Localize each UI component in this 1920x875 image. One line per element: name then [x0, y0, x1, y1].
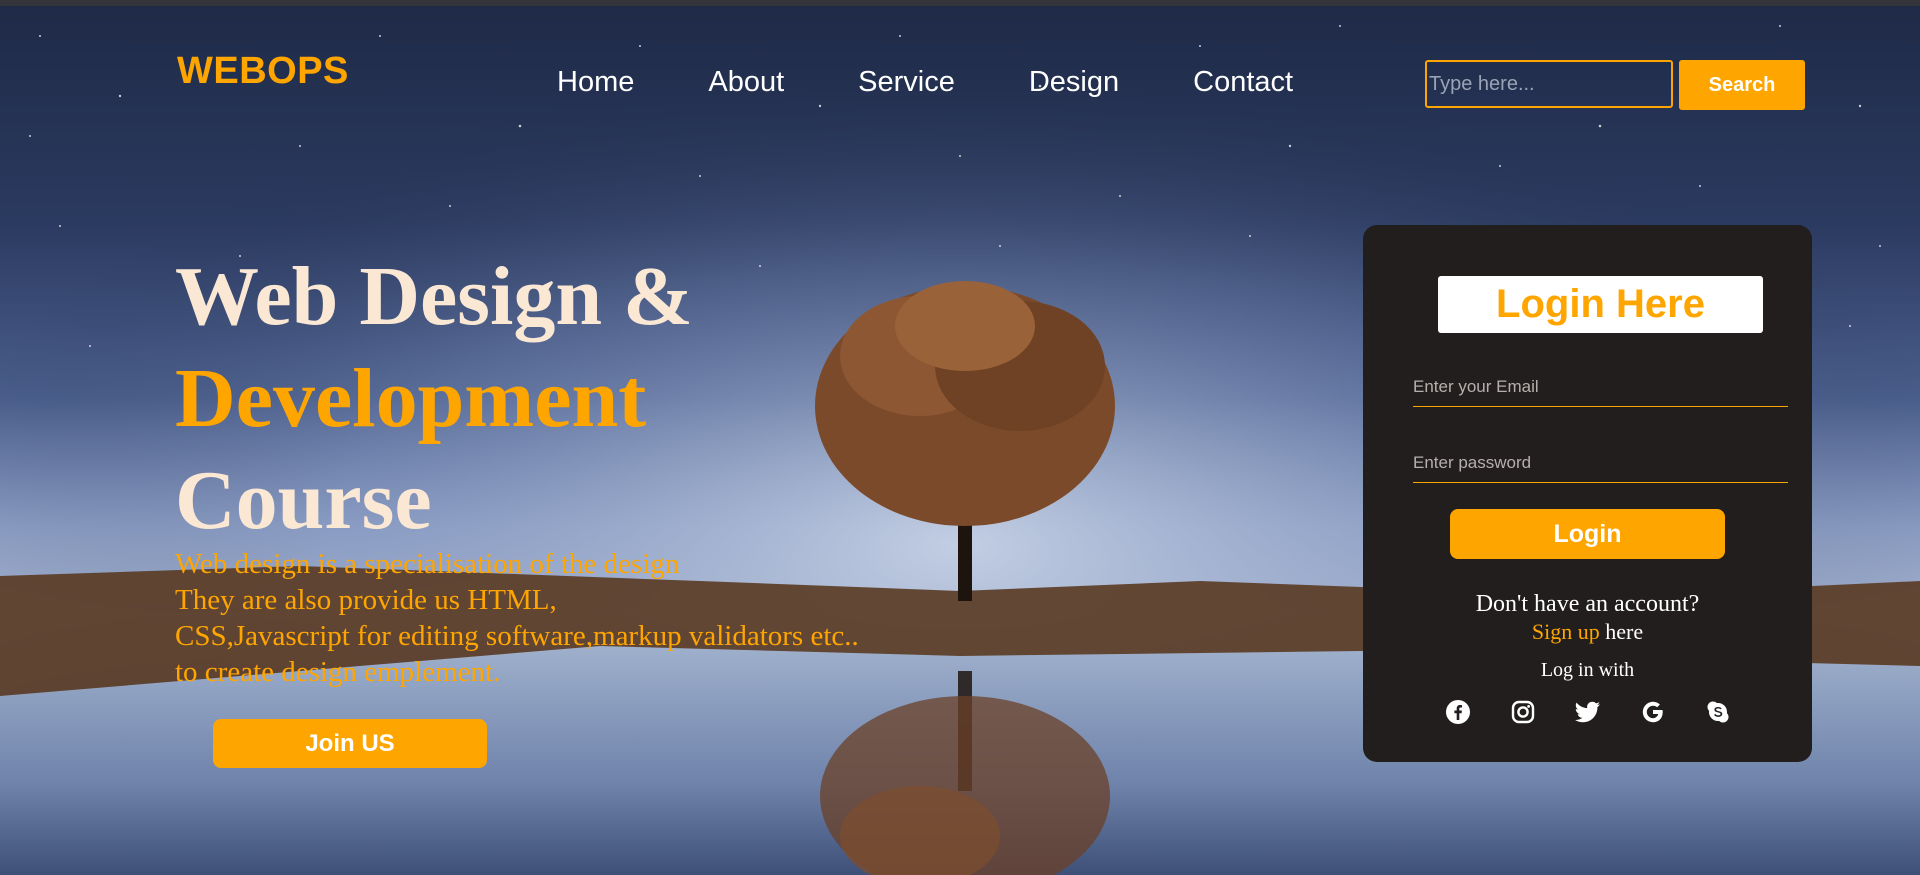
hero-title-line-2: Development	[175, 352, 647, 445]
hero-section: WEBOPS Home About Service Design Contact…	[0, 6, 1920, 875]
twitter-icon[interactable]	[1573, 697, 1603, 727]
hero-title-line-1: Web Design &	[175, 250, 694, 343]
search-button[interactable]: Search	[1679, 60, 1805, 110]
search-input[interactable]	[1425, 60, 1673, 108]
main-nav: Home About Service Design Contact	[557, 66, 1367, 99]
nav-item-home[interactable]: Home	[557, 66, 634, 99]
hero-title: Web Design & Development Course	[175, 246, 693, 552]
login-button[interactable]: Login	[1450, 509, 1725, 559]
nav-item-design[interactable]: Design	[1029, 66, 1119, 99]
email-field[interactable]	[1413, 367, 1788, 407]
signup-line: Sign up here	[1363, 619, 1812, 645]
hero-title-line-3: Course	[175, 454, 432, 547]
nav-item-contact[interactable]: Contact	[1193, 66, 1293, 99]
instagram-icon[interactable]	[1508, 697, 1538, 727]
join-us-button[interactable]: Join US	[213, 719, 487, 768]
hero-description-line: CSS,Javascript for editing software,mark…	[175, 620, 859, 652]
signup-link[interactable]: Sign up	[1532, 619, 1600, 644]
hero-description-line: to create design emplement.	[175, 656, 501, 688]
signup-suffix: here	[1599, 619, 1644, 644]
login-with-text: Log in with	[1540, 659, 1635, 681]
google-icon[interactable]	[1638, 697, 1668, 727]
no-account-text: Don't have an account?	[1475, 591, 1700, 617]
login-title: Login Here	[1438, 276, 1763, 333]
hero-description-line: Web design is a specialisation of the de…	[175, 548, 680, 580]
social-login-row	[1443, 697, 1733, 727]
skype-icon[interactable]	[1703, 697, 1733, 727]
brand-logo[interactable]: WEBOPS	[177, 50, 349, 93]
login-card: Login Here Login Don't have an account? …	[1363, 225, 1812, 762]
hero-description: Web design is a specialisation of the de…	[175, 546, 859, 690]
nav-item-service[interactable]: Service	[858, 66, 955, 99]
hero-description-line: They are also provide us HTML,	[175, 584, 557, 616]
password-field[interactable]	[1413, 443, 1788, 483]
facebook-icon[interactable]	[1443, 697, 1473, 727]
nav-item-about[interactable]: About	[708, 66, 784, 99]
